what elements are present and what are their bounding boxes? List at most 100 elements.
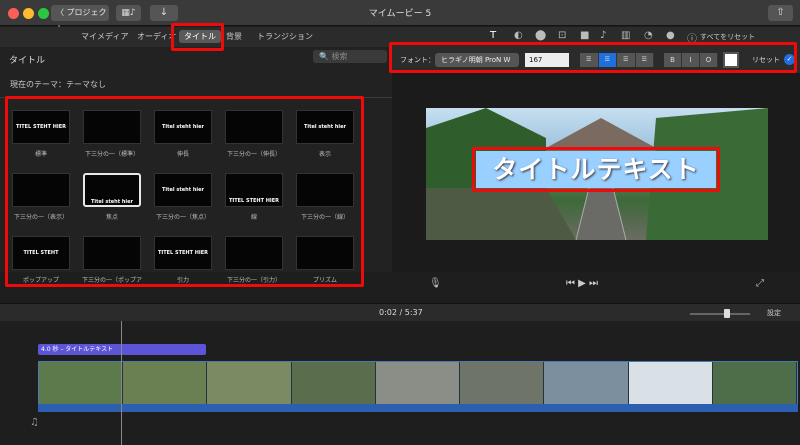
zoom-window-button[interactable] [38,8,49,19]
font-label: フォント： [400,56,435,64]
title-tile-caption: 下三分の一（焦点） [155,214,210,221]
title-tile[interactable] [296,236,354,270]
align-right-button[interactable]: ☰ [617,53,636,67]
title-tile-preview-text: TITEL STEHT [23,250,59,256]
noise-reduction-icon[interactable]: ▥ [621,30,630,41]
outline-button[interactable]: O [700,53,718,67]
title-tile-caption: 伸長 [176,151,189,158]
title-tile-caption: プリズム [312,277,337,284]
title-tile-caption: 焦点 [105,214,118,221]
title-tile[interactable] [12,173,70,207]
title-tile[interactable]: Titel steht hier [154,173,212,207]
crop-icon[interactable]: ⊡ [558,30,566,41]
font-size-field[interactable]: 167 [525,53,569,67]
title-clip[interactable]: 4.0 秒 – タイトルテキスト [38,344,206,355]
title-tile-caption: 下三分の一（表示） [13,214,68,221]
window-title: マイムービー 5 [368,9,432,19]
clip-frame [291,362,376,404]
title-tile[interactable]: TITEL STEHT HIER [225,173,283,207]
title-tile-preview-text: Titel steht hier [91,199,133,205]
speed-icon[interactable]: ◔ [644,30,653,41]
search-input[interactable]: 🔍 検索 [313,50,387,63]
clip-frame [712,362,797,404]
title-tile[interactable] [83,236,141,270]
tab-audio[interactable]: オーディオ [137,31,176,42]
bold-button[interactable]: B [664,53,682,67]
title-tile-caption: 下三分の一（ポップア [81,277,142,284]
font-family-select[interactable]: ヒラギノ明朝 ProN W [435,53,519,67]
minimize-window-button[interactable] [23,8,34,19]
playhead[interactable] [121,321,122,445]
title-tile[interactable]: TITEL STEHT HIER [12,110,70,144]
title-tile[interactable] [225,110,283,144]
title-tile-caption: 引力 [176,277,189,284]
color-balance-icon[interactable]: ◐ [514,30,523,41]
title-tile[interactable] [83,110,141,144]
video-clip-track[interactable] [38,361,798,405]
title-text-overlay[interactable]: タイトルテキスト [476,151,716,188]
browser-section-title: タイトル [9,56,46,66]
clip-frame [460,362,545,404]
title-tile-caption: ポップアップ [22,277,59,284]
text-format-bar: フォント： ヒラギノ明朝 ProN W 167 ☰ ☰ ☰ ☰ B I O リセ… [392,47,800,73]
apply-check-icon[interactable]: ✓ [784,54,795,65]
title-tile-caption: 下三分の一（引力） [226,277,281,284]
info-icon[interactable]: ⓘ [687,30,697,45]
browser-tabs: マイメディア オーディオ タイトル 背景 トランジション [0,27,392,47]
music-note-icon[interactable]: ♫ [30,417,39,428]
align-justify-button[interactable]: ☰ [635,53,654,67]
align-left-button[interactable]: ☰ [580,53,599,67]
align-center-button[interactable]: ☰ [598,53,617,67]
title-tile-preview-text: Titel steht hier [162,187,204,193]
tab-my-media[interactable]: マイメディア [81,31,128,42]
color-correction-icon[interactable]: ⬤ [535,30,546,41]
title-bar: 〈 プロジェクト ▦♪ ↓ マイムービー 5 ⇧ [0,0,800,33]
timecode: 0:02 / 5:37 [379,308,423,317]
text-style-group: B I O [664,53,718,67]
zoom-slider-track[interactable] [690,313,750,315]
title-tile-caption: 表示 [318,151,331,158]
library-toggle-icon[interactable]: ▦♪ [116,5,141,21]
title-tile[interactable]: Titel steht hier [154,110,212,144]
title-tile[interactable] [225,236,283,270]
title-tile[interactable]: Titel steht hier [83,173,141,207]
title-tile[interactable] [296,173,354,207]
zoom-slider-knob[interactable] [724,309,730,318]
italic-button[interactable]: I [682,53,700,67]
import-icon[interactable]: ↓ [150,5,178,21]
text-color-well[interactable] [723,52,739,68]
clip-frame [375,362,461,404]
timeline-settings-button[interactable]: 設定 [767,308,781,318]
title-tile[interactable]: TITEL STEHT [12,236,70,270]
inspector-toolbar: T ◐ ⬤ ⊡ ■ ♪ ▥ ◔ ● ⓘ すべてをリセット [392,27,800,47]
title-tile-preview-text: TITEL STEHT HIER [15,124,67,130]
title-tile-preview-text: Titel steht hier [162,124,204,130]
playback-controls[interactable]: ⏮ ▶ ⏭ [566,278,598,289]
title-tile-preview-text: Titel steht hier [304,124,346,130]
title-tile[interactable]: TITEL STEHT HIER [154,236,212,270]
share-icon[interactable]: ⇧ [768,5,793,21]
timeline-header: 0:02 / 5:37 設定 [0,303,800,321]
microphone-icon[interactable]: 🎙 [429,278,442,289]
clip-frame [628,362,713,404]
title-tile-caption: 下三分の一（標準） [84,151,139,158]
tab-backgrounds[interactable]: 背景 [226,31,242,42]
alignment-group: ☰ ☰ ☰ ☰ [580,53,654,67]
stabilization-icon[interactable]: ■ [580,30,589,41]
audio-waveform[interactable] [38,404,798,412]
clip-frame [207,362,292,404]
fullscreen-icon[interactable]: ⤢ [756,278,764,289]
title-text-tool-icon[interactable]: T [490,30,496,41]
reset-button[interactable]: リセット [752,55,780,65]
reset-all-button[interactable]: すべてをリセット [700,32,755,42]
title-tile[interactable]: Titel steht hier [296,110,354,144]
title-tile-caption: 標準 [34,151,47,158]
close-window-button[interactable] [8,8,19,19]
clip-frame [123,362,208,404]
volume-icon[interactable]: ♪ [600,30,606,41]
title-tile-caption: 下三分の一（伸長） [226,151,281,158]
projects-back-button[interactable]: 〈 プロジェクト [51,5,109,33]
tab-transitions[interactable]: トランジション [257,31,313,42]
tab-titles[interactable]: タイトル [179,30,221,43]
clip-filter-icon[interactable]: ● [666,30,675,41]
